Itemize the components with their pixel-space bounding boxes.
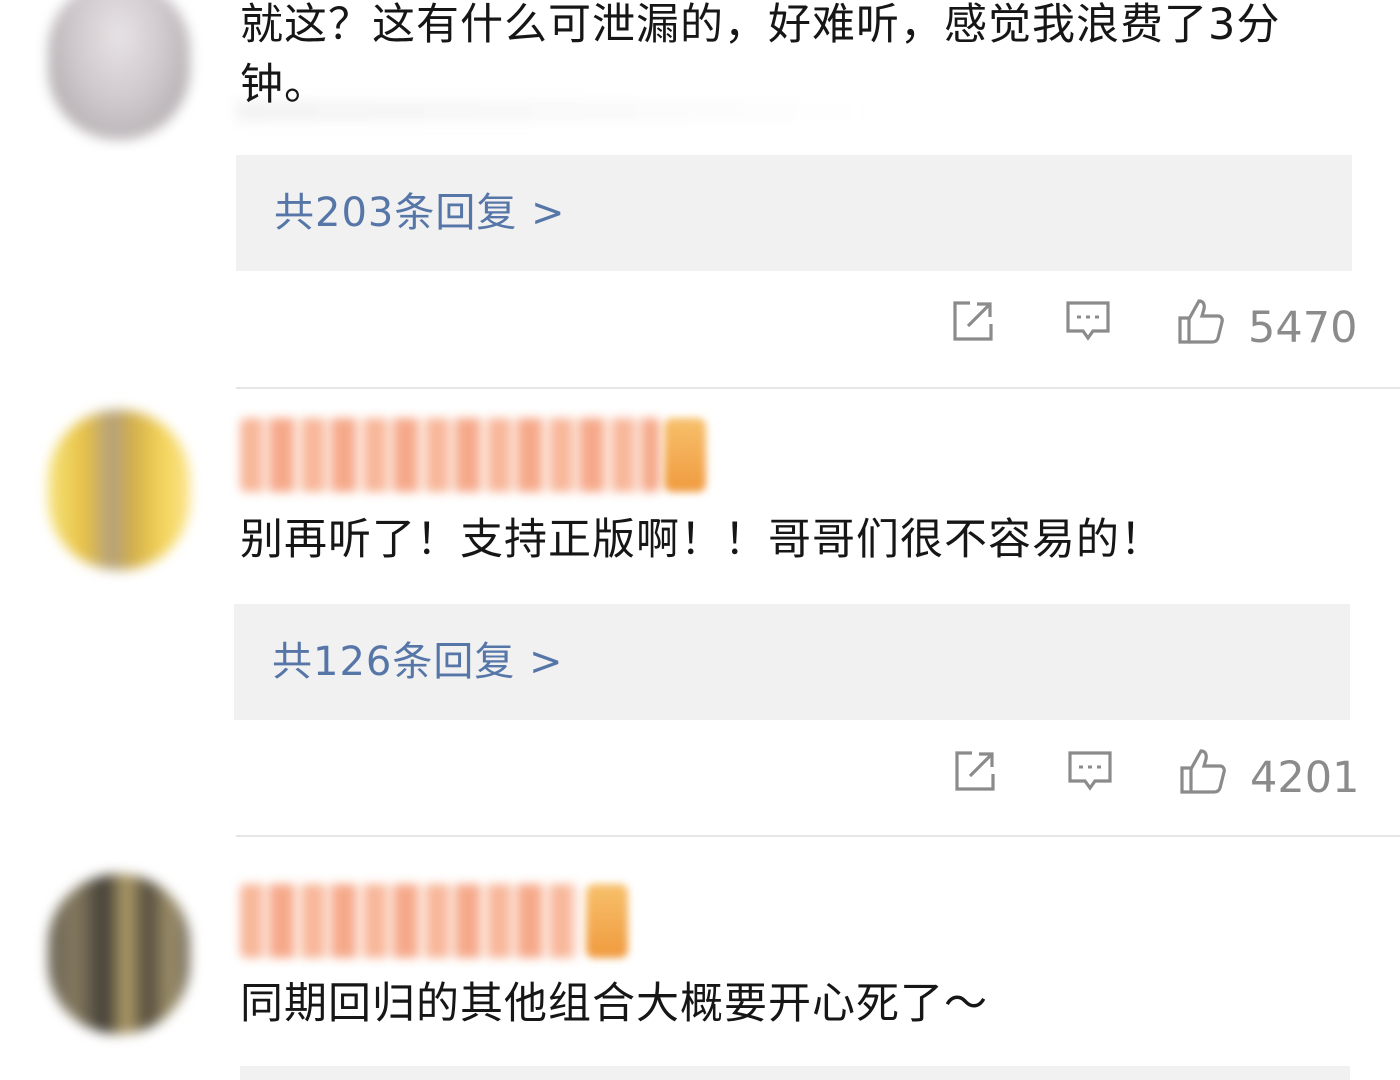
replies-link[interactable]: 共126条回复 > <box>272 634 564 690</box>
share-icon[interactable] <box>950 746 1000 796</box>
like-count: 5470 <box>1248 303 1358 353</box>
comment-icon[interactable] <box>1065 746 1115 796</box>
user-badge-icon <box>586 884 628 958</box>
comment-actions: 5470 <box>0 296 1400 366</box>
replies-box[interactable]: 共126条回复 > <box>234 604 1350 720</box>
thumbs-up-icon[interactable] <box>1176 296 1226 346</box>
username[interactable] <box>240 884 580 958</box>
username[interactable] <box>240 418 660 492</box>
comment-actions: 4201 <box>0 746 1400 816</box>
replies-box[interactable]: 共203条回复 > <box>236 155 1352 271</box>
comment-text: 别再听了！支持正版啊！！哥哥们很不容易的！ <box>240 515 1164 565</box>
avatar[interactable] <box>48 0 190 140</box>
divider <box>236 835 1400 837</box>
avatar[interactable] <box>48 874 190 1034</box>
replies-link[interactable]: 共203条回复 > <box>274 185 566 241</box>
avatar[interactable] <box>48 410 190 570</box>
comment-icon[interactable] <box>1063 296 1113 346</box>
user-badge-icon <box>664 418 706 492</box>
comment-text: 就这？这有什么可泄漏的，好难听，感觉我浪费了3分钟。 <box>240 0 1281 110</box>
comment-text: 同期回归的其他组合大概要开心死了～ <box>240 979 988 1029</box>
share-icon[interactable] <box>948 296 998 346</box>
like-count: 4201 <box>1250 753 1360 803</box>
divider <box>236 387 1400 389</box>
replies-box[interactable] <box>240 1066 1350 1080</box>
thumbs-up-icon[interactable] <box>1178 746 1228 796</box>
